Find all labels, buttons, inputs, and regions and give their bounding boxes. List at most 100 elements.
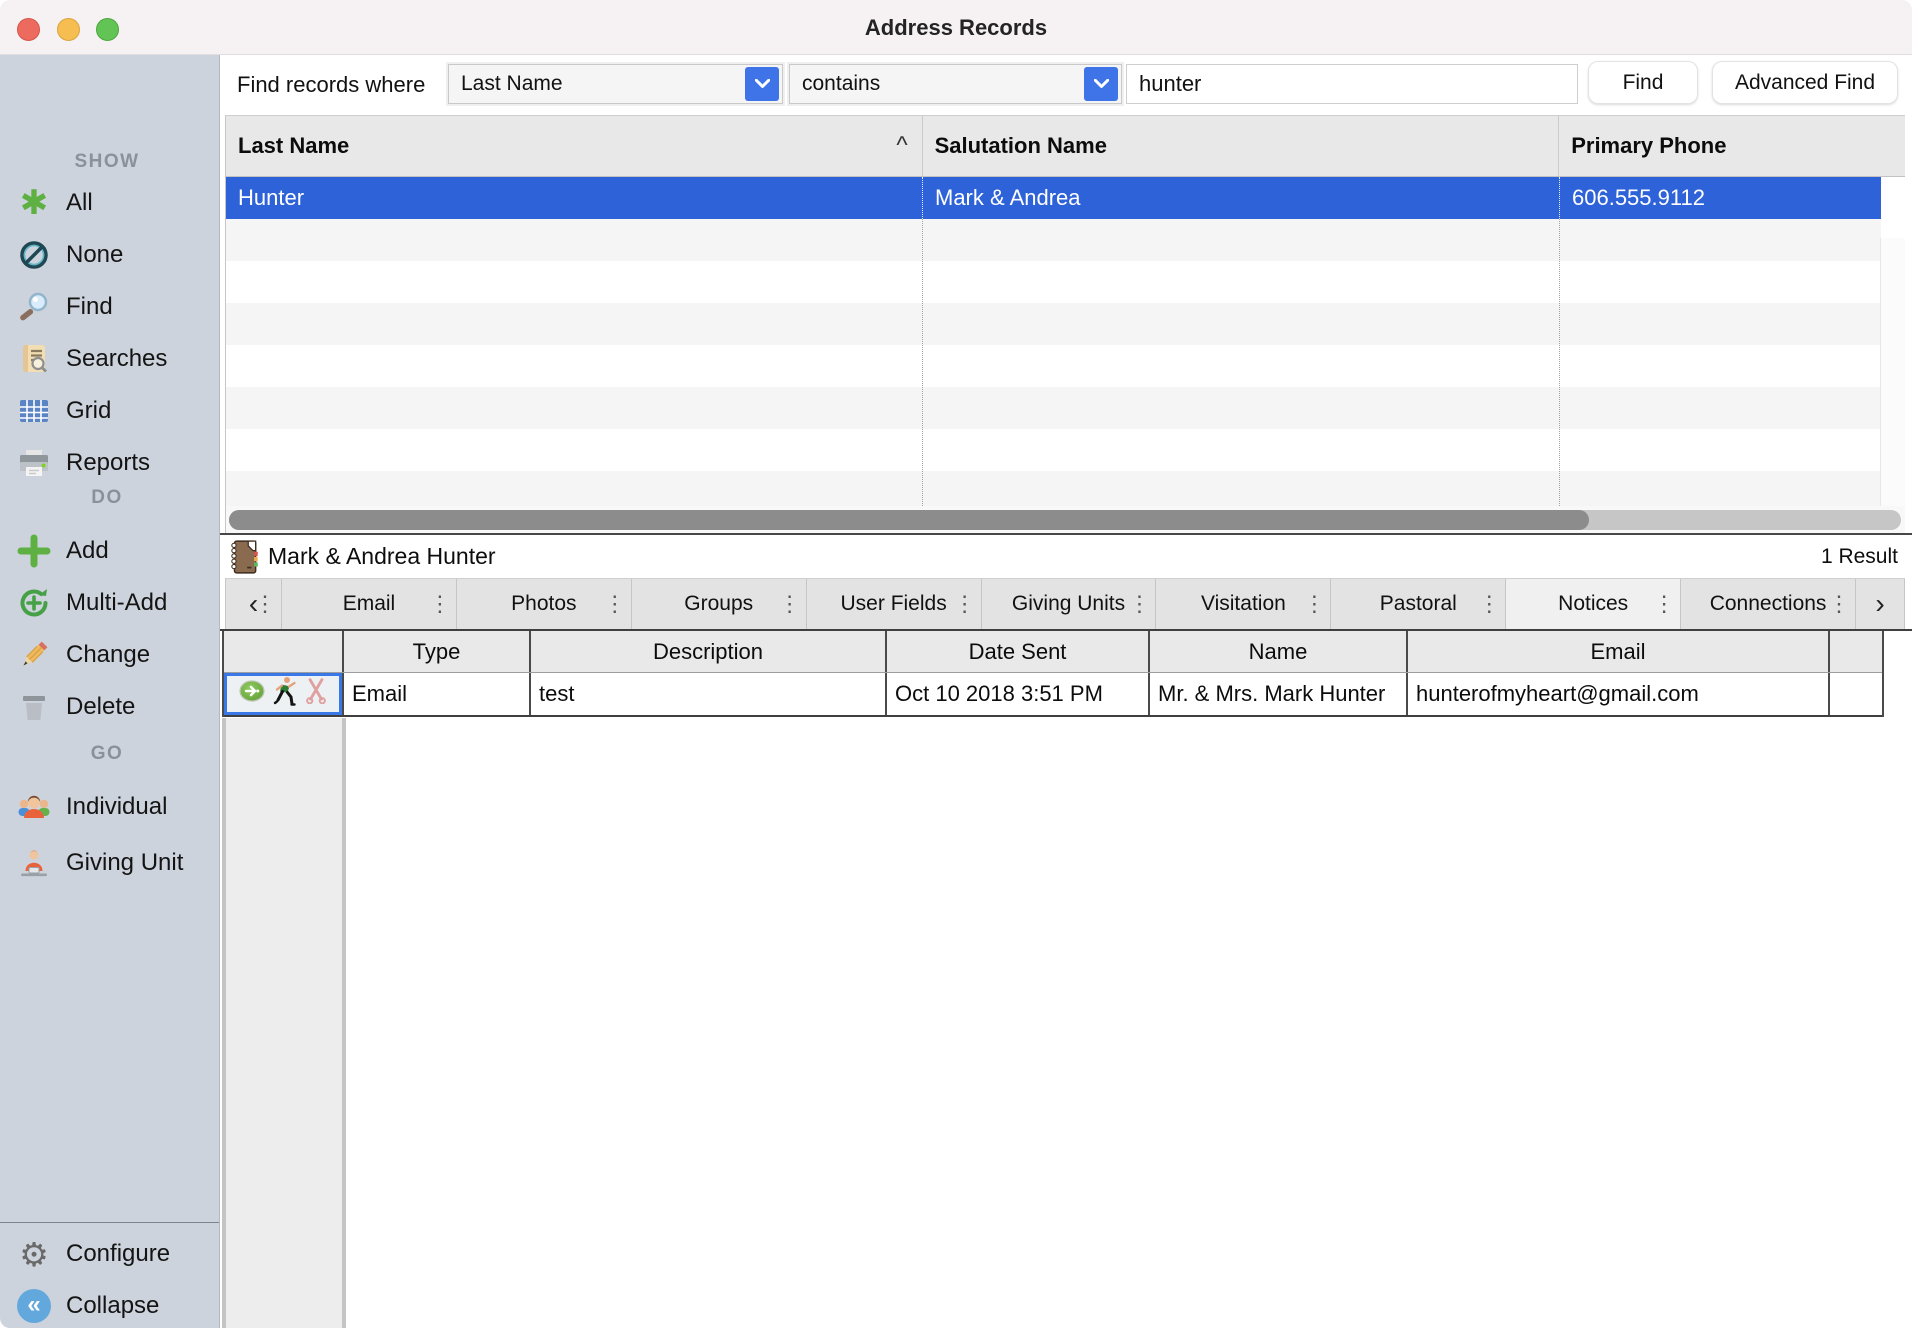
sidebar-item-searches[interactable]: Searches xyxy=(0,333,219,385)
sidebar-item-label: Grid xyxy=(66,397,111,425)
column-header-salutation-name[interactable]: Salutation Name xyxy=(922,116,1559,176)
person-desk-icon xyxy=(16,845,52,881)
empty-row xyxy=(226,387,1881,429)
table-row-selected[interactable]: Hunter Mark & Andrea 606.555.9112 xyxy=(226,177,1881,219)
asterisk-icon: ✱ xyxy=(16,185,52,221)
find-button[interactable]: Find xyxy=(1588,61,1698,104)
empty-row xyxy=(226,345,1881,387)
sidebar-item-label: Change xyxy=(66,641,150,669)
empty-row xyxy=(226,303,1881,345)
column-header-name[interactable]: Name xyxy=(1150,631,1408,672)
sidebar-item-label: Multi-Add xyxy=(66,589,167,617)
cell-last-name: Hunter xyxy=(226,177,922,219)
sidebar-item-label: Giving Unit xyxy=(66,849,183,877)
operator-select[interactable]: contains xyxy=(789,64,1122,104)
tab-connections[interactable]: Connections⋮ xyxy=(1680,579,1855,629)
slash-circle-icon xyxy=(16,237,52,273)
app-window: Address Records SHOW ✱ All None Find Sea… xyxy=(0,0,1912,1328)
tab-bar: ‹ ⋮ Email⋮ Photos⋮ Groups⋮ User Fields⋮ … xyxy=(225,578,1905,629)
tab-separator: ⋮ xyxy=(1128,591,1150,617)
scissors-icon[interactable] xyxy=(305,678,327,710)
find-toolbar: Find records where Last Name contains Fi… xyxy=(220,55,1912,115)
tab-separator: ⋮ xyxy=(254,591,276,617)
plus-icon xyxy=(16,533,52,569)
sidebar-item-delete[interactable]: Delete xyxy=(0,681,219,733)
detail-table-header: Type Description Date Sent Name Email xyxy=(224,631,1882,673)
tab-notices[interactable]: Notices⋮ xyxy=(1505,579,1680,629)
header-corner xyxy=(1880,116,1905,176)
cell-email: hunterofmyheart@gmail.com xyxy=(1408,673,1830,715)
record-name: Mark & Andrea Hunter xyxy=(268,535,496,578)
sidebar-item-collapse[interactable]: « Collapse xyxy=(0,1280,219,1328)
sort-ascending-icon: ^ xyxy=(896,132,907,160)
sidebar-item-label: Individual xyxy=(66,793,167,821)
column-header-email[interactable]: Email xyxy=(1408,631,1830,672)
tab-separator: ⋮ xyxy=(429,591,451,617)
tab-visitation[interactable]: Visitation⋮ xyxy=(1155,579,1330,629)
pencil-icon xyxy=(16,637,52,673)
scrollbar-track[interactable] xyxy=(229,510,1901,530)
tab-user-fields[interactable]: User Fields⋮ xyxy=(806,579,981,629)
column-header-primary-phone[interactable]: Primary Phone xyxy=(1558,116,1880,176)
operator-select-value: contains xyxy=(790,72,1084,96)
tab-separator: ⋮ xyxy=(1303,591,1325,617)
sidebar-item-reports[interactable]: Reports xyxy=(0,437,219,489)
scrollbar-thumb[interactable] xyxy=(229,510,1589,530)
results-table-header: Last Name ^ Salutation Name Primary Phon… xyxy=(226,116,1905,177)
sidebar-item-grid[interactable]: Grid xyxy=(0,385,219,437)
tab-giving-units[interactable]: Giving Units⋮ xyxy=(981,579,1156,629)
find-records-where-label: Find records where xyxy=(237,55,425,115)
sidebar-item-giving-unit[interactable]: Giving Unit xyxy=(0,837,219,889)
sidebar-item-all[interactable]: ✱ All xyxy=(0,177,219,229)
column-divider xyxy=(1559,219,1560,506)
tabs-scroll-right-button[interactable]: › xyxy=(1855,579,1905,629)
horizontal-scrollbar xyxy=(226,506,1905,534)
search-input[interactable] xyxy=(1126,64,1578,104)
tab-separator: ⋮ xyxy=(604,591,626,617)
sidebar-item-label: None xyxy=(66,241,123,269)
chevron-down-icon[interactable] xyxy=(1084,67,1118,101)
detail-table: Type Description Date Sent Name Email Em… xyxy=(222,631,1884,717)
results-rows: Hunter Mark & Andrea 606.555.9112 xyxy=(226,177,1905,506)
sidebar-item-individual[interactable]: Individual xyxy=(0,781,219,833)
tab-separator: ⋮ xyxy=(1653,591,1675,617)
sidebar-section-show: SHOW xyxy=(0,151,214,173)
column-header-last-name[interactable]: Last Name ^ xyxy=(226,116,922,176)
advanced-find-button[interactable]: Advanced Find xyxy=(1712,61,1898,104)
column-header-date-sent[interactable]: Date Sent xyxy=(887,631,1150,672)
tab-email[interactable]: Email⋮ xyxy=(281,579,456,629)
sidebar-item-add[interactable]: Add xyxy=(0,525,219,577)
scroll-search-icon xyxy=(16,341,52,377)
cell-date-sent: Oct 10 2018 3:51 PM xyxy=(887,673,1150,715)
column-header-description[interactable]: Description xyxy=(531,631,887,672)
cell-name: Mr. & Mrs. Mark Hunter xyxy=(1150,673,1408,715)
sidebar-item-configure[interactable]: ⚙ Configure xyxy=(0,1228,219,1280)
column-header-type[interactable]: Type xyxy=(344,631,531,672)
sidebar-item-label: Find xyxy=(66,293,113,321)
tab-photos[interactable]: Photos⋮ xyxy=(456,579,631,629)
sidebar-item-find[interactable]: Find xyxy=(0,281,219,333)
runner-icon[interactable] xyxy=(273,676,297,712)
sidebar-item-multi-add[interactable]: Multi-Add xyxy=(0,577,219,629)
address-book-icon xyxy=(228,539,260,580)
tab-separator: ⋮ xyxy=(1828,591,1850,617)
cell-spacer xyxy=(1830,673,1882,715)
window-title: Address Records xyxy=(0,0,1912,55)
empty-row xyxy=(226,429,1881,471)
sidebar-item-label: Add xyxy=(66,537,109,565)
sidebar-item-none[interactable]: None xyxy=(0,229,219,281)
field-select[interactable]: Last Name xyxy=(448,64,783,104)
tabs-scroll-left-button[interactable]: ‹ ⋮ xyxy=(225,579,281,629)
record-header: Mark & Andrea Hunter 1 Result xyxy=(220,535,1912,578)
cell-description: test xyxy=(531,673,887,715)
sidebar-item-change[interactable]: Change xyxy=(0,629,219,681)
column-header-actions xyxy=(224,631,344,672)
go-arrow-icon[interactable] xyxy=(239,680,265,708)
detail-table-row[interactable]: Email test Oct 10 2018 3:51 PM Mr. & Mrs… xyxy=(224,673,1882,717)
tab-groups[interactable]: Groups⋮ xyxy=(631,579,806,629)
row-actions-cell-selected[interactable] xyxy=(224,673,344,715)
cell-salutation-name: Mark & Andrea xyxy=(922,177,1559,219)
tab-pastoral[interactable]: Pastoral⋮ xyxy=(1330,579,1505,629)
chevron-down-icon[interactable] xyxy=(745,67,779,101)
trash-icon xyxy=(16,689,52,725)
